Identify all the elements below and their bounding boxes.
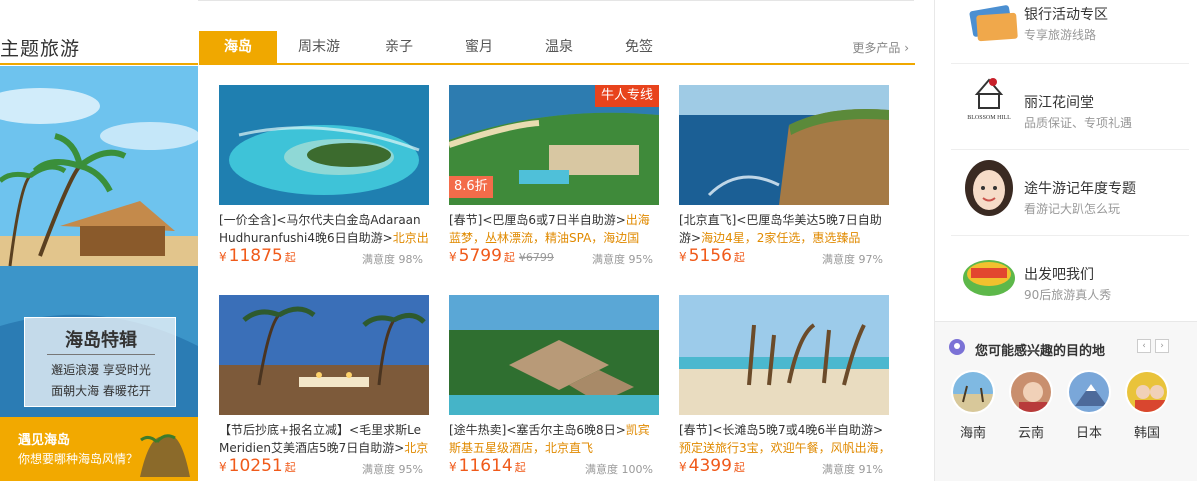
promo-subtitle: 专享旅游线路: [1024, 28, 1097, 42]
product-card[interactable]: 牛人专线 8.6折 [春节]<巴厘岛6或7日半自助游>出海蓝梦，丛林漂流，精油S…: [449, 85, 661, 285]
promo-lijiang[interactable]: BLOSSOM HILL 丽江花间堂 品质保证、专项礼遇: [951, 64, 1189, 150]
banner-footer-title: 遇见海岛: [18, 433, 71, 448]
product-description[interactable]: [春节]<巴厘岛6或7日半自助游>出海蓝梦，丛林漂流，精油SPA，海边国五，: [449, 211, 661, 247]
promo-title[interactable]: 途牛游记年度专题: [1024, 178, 1136, 198]
product-price: ¥5156 起: [679, 246, 745, 266]
product-image[interactable]: [449, 295, 659, 415]
satisfaction-rating: 满意度 98%: [362, 253, 423, 266]
product-card[interactable]: [北京直飞]<巴厘岛华美达5晚7日自助游>海边4星，2家任选，惠选臻品 ¥515…: [679, 85, 891, 285]
banner-footer-subtitle: 你想要哪种海岛风情？: [18, 452, 139, 466]
product-image[interactable]: 牛人专线 8.6折: [449, 85, 659, 205]
banner-card-line2: 面朝大海 春暖花开: [51, 384, 151, 398]
product-price: ¥11614 起: [449, 456, 526, 476]
section-title: 主题旅游: [0, 38, 81, 60]
banner-card-divider: [47, 354, 155, 355]
maldives-island-photo: [219, 85, 429, 205]
satisfaction-rating: 满意度 100%: [585, 463, 653, 476]
blossom-hill-logo: BLOSSOM HILL: [967, 78, 1011, 121]
mauritius-dining-photo: [219, 295, 429, 415]
tab-island[interactable]: 海岛: [199, 31, 277, 63]
bali-cliff-photo: [679, 85, 889, 205]
destination-thumb[interactable]: [1009, 370, 1053, 414]
product-price: ¥5799 起 ¥6799: [449, 246, 554, 266]
tab-honeymoon[interactable]: 蜜月: [439, 31, 519, 63]
promo-subtitle: 看游记大趴怎么玩: [1024, 202, 1121, 216]
title-underline: [0, 63, 198, 65]
banner-card-title: 海岛特辑: [65, 330, 137, 351]
theme-tabs: 海岛 周末游 亲子 蜜月 温泉 免签 更多产品 ›: [199, 31, 915, 65]
destination-label[interactable]: 日本: [1067, 422, 1111, 441]
promo-title[interactable]: 银行活动专区: [1024, 4, 1108, 24]
product-price: ¥11875 起: [219, 246, 296, 266]
destination-label[interactable]: 云南: [1009, 422, 1053, 441]
tab-family[interactable]: 亲子: [359, 31, 439, 63]
location-pin-icon: [949, 339, 965, 355]
next-arrow-icon[interactable]: ›: [1155, 339, 1169, 353]
show-logo-icon: [963, 260, 1015, 296]
promo-bank[interactable]: 银行活动专区 专享旅游线路: [951, 0, 1189, 64]
interest-title: 您可能感兴趣的目的地: [975, 344, 1106, 359]
product-card[interactable]: [一价全含]<马尔代夫白金岛Adaraan Hudhuranfushi4晚6日自…: [219, 85, 431, 285]
promo-title[interactable]: 丽江花间堂: [1024, 92, 1094, 112]
product-card[interactable]: [春节]<长滩岛5晚7或4晚6半自助游>预定送旅行3宝，欢迎午餐，风帆出海， ¥…: [679, 295, 891, 495]
special-line-badge: 牛人专线: [594, 85, 659, 107]
banner-card-line1: 邂逅浪漫 享受时光: [51, 363, 151, 377]
discount-badge: 8.6折: [449, 176, 493, 198]
banner-footer[interactable]: 遇见海岛 你想要哪种海岛风情？: [0, 417, 198, 481]
destination-item[interactable]: 云南: [1009, 370, 1053, 441]
destination-item[interactable]: 海南: [951, 370, 995, 441]
destination-item[interactable]: 韩国: [1125, 370, 1169, 441]
promo-subtitle: 品质保证、专项礼遇: [1024, 116, 1133, 130]
promo-travelogue[interactable]: 途牛游记年度专题 看游记大趴怎么玩: [951, 150, 1189, 236]
destination-label[interactable]: 韩国: [1125, 422, 1169, 441]
product-description[interactable]: [北京直飞]<巴厘岛华美达5晚7日自助游>海边4星，2家任选，惠选臻品: [679, 211, 891, 247]
product-description[interactable]: 【节后抄底+报名立减】<毛里求斯Le Meridien艾美酒店5晚7日自助游>北…: [219, 421, 431, 457]
product-price: ¥10251 起: [219, 456, 296, 476]
travel-girl-avatar: [965, 160, 1013, 216]
satisfaction-rating: 满意度 91%: [822, 463, 883, 476]
svg-text:BLOSSOM HILL: BLOSSOM HILL: [967, 115, 1011, 121]
satisfaction-rating: 满意度 95%: [592, 253, 653, 266]
destination-label[interactable]: 海南: [951, 422, 995, 441]
promo-title[interactable]: 出发吧我们: [1024, 264, 1094, 284]
product-card[interactable]: 【节后抄底+报名立减】<毛里求斯Le Meridien艾美酒店5晚7日自助游>北…: [219, 295, 431, 495]
product-image[interactable]: [679, 295, 889, 415]
promo-show[interactable]: 出发吧我们 90后旅游真人秀: [951, 236, 1189, 322]
tab-hotspring[interactable]: 温泉: [519, 31, 599, 63]
boracay-beach-photo: [679, 295, 889, 415]
promo-subtitle: 90后旅游真人秀: [1024, 288, 1112, 302]
banner-feature-card: 海岛特辑 邂逅浪漫 享受时光 面朝大海 春暖花开: [24, 317, 176, 407]
bank-card-icon: [969, 5, 1018, 42]
prev-arrow-icon[interactable]: ‹: [1137, 339, 1151, 353]
product-description[interactable]: [春节]<长滩岛5晚7或4晚6半自助游>预定送旅行3宝，欢迎午餐，风帆出海，: [679, 421, 891, 457]
interest-destinations: 您可能感兴趣的目的地 ‹ › 海南 云南 日本 韩国: [935, 321, 1197, 481]
destination-thumb[interactable]: [1067, 370, 1111, 414]
tab-visa-free[interactable]: 免签: [599, 31, 679, 63]
tab-weekend[interactable]: 周末游: [279, 31, 359, 63]
product-price: ¥4399 起: [679, 456, 745, 476]
product-image[interactable]: [219, 295, 429, 415]
top-divider: [198, 0, 914, 1]
destination-thumb[interactable]: [951, 370, 995, 414]
seychelles-resort-photo: [449, 295, 659, 415]
product-description[interactable]: [途牛热卖]<塞舌尔主岛6晚8日>凯宾斯基五星级酒店，北京直飞: [449, 421, 661, 457]
more-products-link[interactable]: 更多产品 ›: [852, 39, 909, 56]
product-description[interactable]: [一价全含]<马尔代夫白金岛Adaraan Hudhuranfushi4晚6日自…: [219, 211, 431, 247]
product-card[interactable]: [途牛热卖]<塞舌尔主岛6晚8日>凯宾斯基五星级酒店，北京直飞 ¥11614 起 …: [449, 295, 661, 495]
satisfaction-rating: 满意度 97%: [822, 253, 883, 266]
satisfaction-rating: 满意度 95%: [362, 463, 423, 476]
destination-item[interactable]: 日本: [1067, 370, 1111, 441]
product-image[interactable]: [219, 85, 429, 205]
product-image[interactable]: [679, 85, 889, 205]
island-rock-icon: [140, 434, 190, 477]
destination-thumb[interactable]: [1125, 370, 1169, 414]
